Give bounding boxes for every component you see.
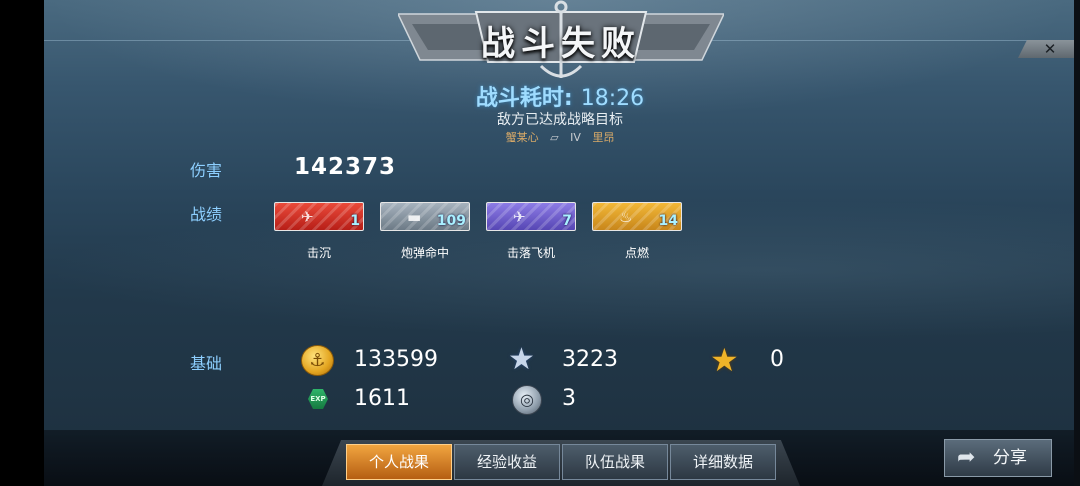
achievements-label: 战绩	[190, 205, 223, 224]
damage-label: 伤害	[190, 161, 223, 180]
left-black-bar	[0, 0, 44, 486]
damage-value: 142373	[294, 154, 397, 180]
shell-icon: ▬	[407, 208, 422, 226]
silver-coin-icon: ◎	[512, 385, 542, 415]
medal-shell-hits[interactable]: ▬ 109	[380, 202, 470, 231]
ship-tier: IV	[570, 131, 581, 144]
gold-coin-icon: ⚓	[301, 345, 334, 376]
exp-value: 1611	[354, 386, 410, 411]
silver-star-value: 3223	[562, 347, 618, 372]
exp-icon: EXP	[308, 389, 328, 409]
battle-duration-label: 战斗耗时:	[475, 86, 573, 111]
tab-detail-data[interactable]: 详细数据	[670, 444, 776, 480]
medal-label: 击沉	[306, 246, 331, 260]
defeat-reason: 敌方已达成战略目标	[497, 112, 623, 128]
share-arrow-icon: ➦	[957, 445, 976, 470]
plane-icon: ✈	[301, 208, 314, 226]
medal-count: 109	[436, 213, 466, 229]
close-button[interactable]: ✕	[1018, 40, 1074, 58]
battle-duration-value: 18:26	[580, 86, 645, 111]
gold-value: 133599	[354, 347, 438, 372]
tab-exp-earnings[interactable]: 经验收益	[454, 444, 560, 480]
tab-personal-results[interactable]: 个人战果	[346, 444, 452, 480]
tab-team-results[interactable]: 队伍战果	[562, 444, 668, 480]
defeat-banner: 战斗失败	[396, 0, 726, 82]
medal-count: 1	[350, 213, 360, 229]
medal-planes-down[interactable]: ✈ 7	[486, 202, 576, 231]
share-label: 分享	[993, 448, 1027, 468]
medal-count: 14	[658, 213, 678, 229]
battle-result-screen: 战斗失败 ✕ 战斗耗时: 18:26 敌方已达成战略目标 蟹某心 ▱ IV 里昂 …	[0, 0, 1080, 486]
silver-coin-value: 3	[562, 386, 576, 411]
base-label: 基础	[190, 354, 223, 373]
share-button[interactable]: ➦ 分享	[944, 439, 1052, 477]
planes-icon: ✈	[513, 208, 526, 226]
defeat-title: 战斗失败	[481, 24, 641, 64]
medal-sink[interactable]: ✈ 1	[274, 202, 364, 231]
gold-star-icon: ★	[710, 341, 739, 379]
medal-label: 点燃	[624, 246, 649, 260]
right-edge	[1074, 0, 1080, 486]
player-name: 蟹某心	[505, 131, 539, 144]
medal-label: 炮弹命中	[400, 246, 449, 260]
medal-count: 7	[562, 213, 572, 229]
medal-ignite[interactable]: ♨ 14	[592, 202, 682, 231]
ship-type-icon: ▱	[550, 131, 559, 144]
silver-star-icon: ★	[508, 342, 535, 377]
gold-star-value: 0	[770, 347, 784, 372]
player-info: 蟹某心 ▱ IV 里昂	[400, 129, 720, 145]
battle-duration: 战斗耗时: 18:26	[400, 80, 720, 112]
fire-icon: ♨	[619, 208, 633, 226]
ship-name: 里昂	[592, 131, 615, 144]
medal-label: 击落飞机	[506, 246, 555, 260]
